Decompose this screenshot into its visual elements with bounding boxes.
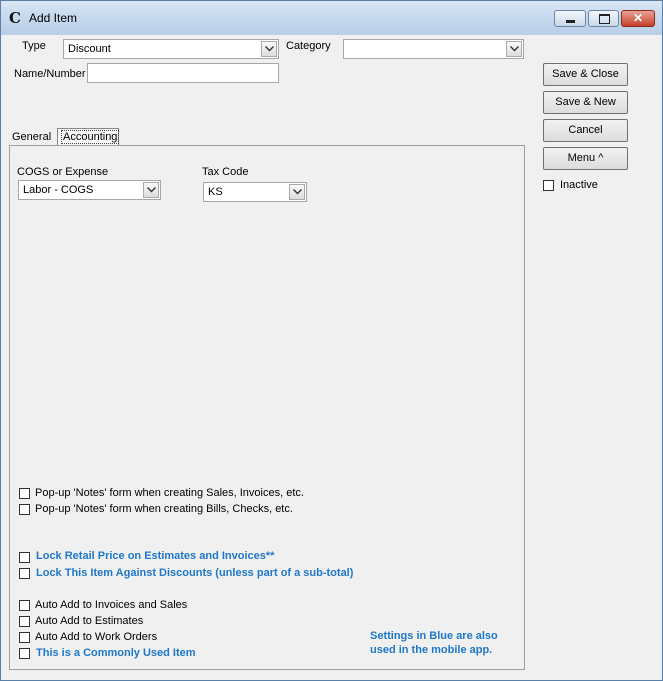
tax-code-select[interactable]: KS xyxy=(203,182,307,202)
popup-notes-sales-checkbox[interactable] xyxy=(19,488,30,499)
popup-notes-bills-checkbox[interactable] xyxy=(19,504,30,515)
popup-notes-bills-label: Pop-up 'Notes' form when creating Bills,… xyxy=(35,503,293,515)
chevron-down-icon[interactable] xyxy=(261,41,277,57)
lock-retail-price-label: Lock Retail Price on Estimates and Invoi… xyxy=(36,550,275,562)
auto-add-estimates-label: Auto Add to Estimates xyxy=(35,615,144,627)
cogs-expense-select[interactable]: Labor - COGS xyxy=(18,180,161,200)
maximize-button[interactable] xyxy=(588,10,619,27)
popup-notes-sales-label: Pop-up 'Notes' form when creating Sales,… xyxy=(35,487,304,499)
cogs-expense-label: COGS or Expense xyxy=(17,166,109,178)
close-button[interactable]: ✕ xyxy=(621,10,655,27)
cancel-button[interactable]: Cancel xyxy=(543,119,628,142)
type-select-value: Discount xyxy=(68,43,111,55)
title-bar[interactable]: C Add Item ✕ xyxy=(1,1,662,35)
auto-add-estimates-checkbox[interactable] xyxy=(19,616,30,627)
auto-add-invoices-label: Auto Add to Invoices and Sales xyxy=(35,599,188,611)
add-item-window: C Add Item ✕ Type Discount Category Name… xyxy=(0,0,663,681)
minimize-icon xyxy=(566,20,575,23)
save-close-button[interactable]: Save & Close xyxy=(543,63,628,86)
tab-accounting-label: Accounting xyxy=(61,130,120,144)
menu-button[interactable]: Menu ^ xyxy=(543,147,628,170)
auto-add-invoices-checkbox[interactable] xyxy=(19,600,30,611)
accounting-panel xyxy=(9,145,525,670)
name-number-label: Name/Number xyxy=(14,68,86,80)
tab-general[interactable]: General xyxy=(9,129,54,146)
tax-code-value: KS xyxy=(208,186,223,198)
cogs-expense-value: Labor - COGS xyxy=(23,184,94,196)
lock-retail-price-checkbox[interactable] xyxy=(19,552,30,563)
app-logo-icon: C xyxy=(9,9,21,27)
mobile-app-note: Settings in Blue are also used in the mo… xyxy=(370,629,498,657)
minimize-button[interactable] xyxy=(554,10,586,27)
commonly-used-item-label: This is a Commonly Used Item xyxy=(36,647,196,659)
tax-code-label: Tax Code xyxy=(202,166,249,178)
lock-discounts-checkbox[interactable] xyxy=(19,568,30,579)
lock-discounts-label: Lock This Item Against Discounts (unless… xyxy=(36,567,354,579)
chevron-down-icon[interactable] xyxy=(143,182,159,198)
chevron-down-icon[interactable] xyxy=(506,41,522,57)
save-new-button[interactable]: Save & New xyxy=(543,91,628,114)
chevron-down-icon[interactable] xyxy=(289,184,305,200)
auto-add-work-orders-label: Auto Add to Work Orders xyxy=(35,631,158,643)
type-select[interactable]: Discount xyxy=(63,39,279,59)
close-icon: ✕ xyxy=(632,11,644,25)
tab-accounting[interactable]: Accounting xyxy=(57,128,120,146)
window-title: Add Item xyxy=(29,11,78,25)
inactive-label: Inactive xyxy=(560,179,598,191)
name-number-input[interactable] xyxy=(87,63,279,83)
mobile-app-note-line2: used in the mobile app. xyxy=(370,644,493,656)
commonly-used-item-checkbox[interactable] xyxy=(19,648,30,659)
type-label: Type xyxy=(22,40,46,52)
maximize-icon xyxy=(599,14,610,24)
inactive-checkbox[interactable] xyxy=(543,180,554,191)
category-label: Category xyxy=(286,40,331,52)
category-select[interactable] xyxy=(343,39,524,59)
mobile-app-note-line1: Settings in Blue are also xyxy=(370,630,498,642)
auto-add-work-orders-checkbox[interactable] xyxy=(19,632,30,643)
